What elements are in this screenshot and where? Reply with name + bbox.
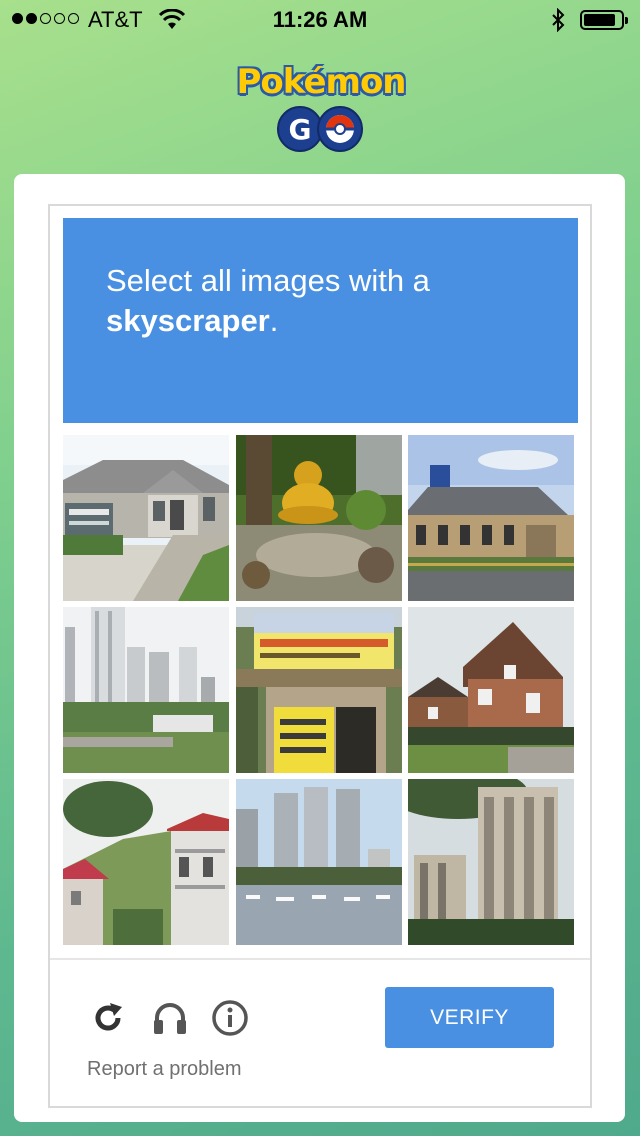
captcha-tile-3[interactable] bbox=[408, 435, 574, 601]
logo-title: Pokémon bbox=[236, 62, 406, 102]
house-with-sign-image bbox=[63, 435, 229, 601]
verify-button[interactable]: VERIFY bbox=[385, 987, 554, 1048]
captcha-tile-8[interactable] bbox=[236, 779, 402, 945]
hillside-houses-image bbox=[63, 779, 229, 945]
captcha-tile-1[interactable] bbox=[63, 435, 229, 601]
captcha-tile-2[interactable] bbox=[236, 435, 402, 601]
footer-divider bbox=[50, 958, 590, 960]
info-icon[interactable] bbox=[210, 998, 250, 1038]
brick-house-image bbox=[408, 607, 574, 773]
captcha-tile-6[interactable] bbox=[408, 607, 574, 773]
city-high-rises-image bbox=[63, 607, 229, 773]
tall-apartment-tower-image bbox=[408, 779, 574, 945]
svg-text:G: G bbox=[289, 113, 312, 146]
instruction-target: skyscraper bbox=[106, 303, 270, 338]
clock: 11:26 AM bbox=[272, 7, 368, 32]
logo-go: G bbox=[277, 106, 363, 152]
headphones-icon[interactable] bbox=[150, 998, 190, 1038]
waterfront-towers-image bbox=[236, 779, 402, 945]
instruction-line: Select all images with a bbox=[106, 263, 430, 298]
buddha-statue-image bbox=[236, 435, 402, 601]
captcha-tile-4[interactable] bbox=[63, 607, 229, 773]
instruction-target-line: skyscraper. bbox=[106, 303, 279, 338]
single-story-building-image bbox=[408, 435, 574, 601]
captcha-tile-7[interactable] bbox=[63, 779, 229, 945]
storefront-sign-image bbox=[236, 607, 402, 773]
reload-icon[interactable] bbox=[88, 998, 128, 1038]
captcha-tile-9[interactable] bbox=[408, 779, 574, 945]
captcha-tile-5[interactable] bbox=[236, 607, 402, 773]
bluetooth-icon bbox=[552, 8, 565, 32]
report-problem-link[interactable]: Report a problem bbox=[87, 1058, 242, 1081]
battery-icon bbox=[580, 10, 628, 30]
captcha-instructions: Select all images with a skyscraper. bbox=[63, 218, 578, 423]
pokemon-go-logo: Pokémon G bbox=[236, 60, 407, 160]
status-bar: AT&T 11:26 AM bbox=[0, 0, 640, 40]
